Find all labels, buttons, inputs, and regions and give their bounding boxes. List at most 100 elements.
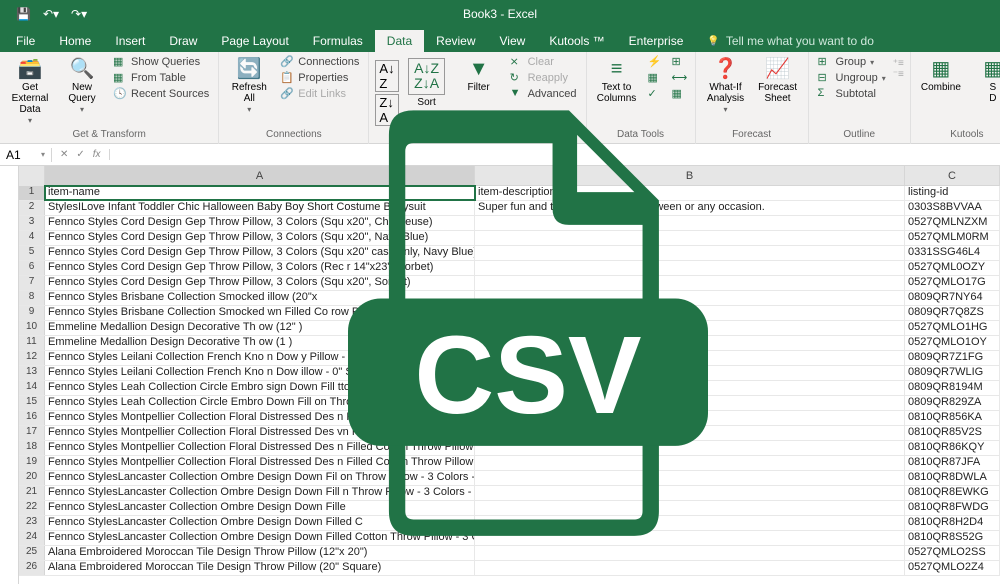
table-row[interactable]: 17 Fennco Styles Montpellier Collection …	[19, 426, 1000, 441]
data-validation-button[interactable]: ✓	[645, 86, 665, 102]
cell[interactable]	[475, 501, 905, 515]
col-header-A[interactable]: A	[45, 166, 475, 185]
name-box[interactable]: A1	[0, 148, 52, 162]
redo-icon[interactable]: ↷▾	[71, 7, 87, 21]
cell[interactable]	[475, 486, 905, 500]
row-header[interactable]: 22	[19, 501, 45, 515]
table-row[interactable]: 6 Fennco Styles Cord Design Gep Throw Pi…	[19, 261, 1000, 276]
table-row[interactable]: 5 Fennco Styles Cord Design Gep Throw Pi…	[19, 246, 1000, 261]
cell[interactable]: 0527QMLO1HG	[905, 321, 1000, 335]
tab-formulas[interactable]: Formulas	[301, 30, 375, 52]
table-row[interactable]: 8 Fennco Styles Brisbane Collection Smoc…	[19, 291, 1000, 306]
cell[interactable]	[475, 276, 905, 290]
cell[interactable]: Fennco Styles Leilani Collection French …	[45, 351, 475, 365]
tab-review[interactable]: Review	[424, 30, 487, 52]
table-row[interactable]: 3 Fennco Styles Cord Design Gep Throw Pi…	[19, 216, 1000, 231]
table-row[interactable]: 1 item-name item-description listing-id	[19, 186, 1000, 201]
properties-button[interactable]: 📋Properties	[277, 70, 362, 86]
cell[interactable]: Fennco StylesLancaster Collection Ombre …	[45, 471, 475, 485]
row-header[interactable]: 25	[19, 546, 45, 560]
row-header[interactable]: 23	[19, 516, 45, 530]
row-header[interactable]: 11	[19, 336, 45, 350]
select-all-corner[interactable]	[19, 166, 45, 186]
cell[interactable]: item-name	[45, 186, 475, 200]
cell[interactable]: Fennco Styles Montpellier Collection Flo…	[45, 456, 475, 470]
cell[interactable]: Fennco StylesLancaster Collection Ombre …	[45, 531, 475, 545]
refresh-all-button[interactable]: 🔄Refresh All	[225, 54, 273, 115]
cell[interactable]	[475, 231, 905, 245]
cell[interactable]: Fennco Styles Leilani Collection French …	[45, 366, 475, 380]
cell[interactable]: 0809QR829ZA	[905, 396, 1000, 410]
cell[interactable]: Fennco Styles Brisbane Collection Smocke…	[45, 306, 475, 320]
col-header-C[interactable]: C	[905, 166, 1000, 185]
cell[interactable]: Fennco StylesLancaster Collection Ombre …	[45, 486, 475, 500]
cell[interactable]: listing-id	[905, 186, 1000, 200]
cell[interactable]: Fennco Styles Montpellier Collection Flo…	[45, 441, 475, 455]
cell[interactable]	[475, 546, 905, 560]
cell[interactable]: Emmeline Medallion Design Decorative Th …	[45, 336, 475, 350]
relationships-button[interactable]: ⟷	[669, 70, 689, 86]
worksheet-grid[interactable]: A B C 1 item-name item-description listi…	[0, 166, 1000, 584]
table-row[interactable]: 22 Fennco StylesLancaster Collection Omb…	[19, 501, 1000, 516]
table-row[interactable]: 21 Fennco StylesLancaster Collection Omb…	[19, 486, 1000, 501]
edit-links-button[interactable]: 🔗Edit Links	[277, 86, 362, 102]
cell[interactable]	[475, 396, 905, 410]
row-header[interactable]: 18	[19, 441, 45, 455]
hide-detail-button[interactable]: ⁻≡	[893, 69, 904, 80]
tab-file[interactable]: File	[4, 30, 47, 52]
show-detail-button[interactable]: ⁺≡	[893, 58, 904, 69]
text-to-columns-button[interactable]: ≡Text to Columns	[593, 54, 641, 104]
cell[interactable]	[475, 351, 905, 365]
cancel-formula-icon[interactable]: ✕	[60, 149, 68, 160]
row-header[interactable]: 15	[19, 396, 45, 410]
kutools-extra-button[interactable]: ▦SD	[969, 54, 1000, 104]
cell[interactable]: 0810QR8DWLA	[905, 471, 1000, 485]
cell[interactable]	[475, 411, 905, 425]
row-header[interactable]: 3	[19, 216, 45, 230]
row-header[interactable]: 19	[19, 456, 45, 470]
cell[interactable]: Fennco Styles Leah Collection Circle Emb…	[45, 381, 475, 395]
cell[interactable]: 0809QR8194M	[905, 381, 1000, 395]
tab-data[interactable]: Data	[375, 30, 424, 52]
insert-function-icon[interactable]: fx	[93, 149, 101, 160]
group-button[interactable]: ⊞Group	[815, 54, 889, 70]
new-query-button[interactable]: 🔍New Query	[58, 54, 106, 115]
cell[interactable]	[475, 306, 905, 320]
cell[interactable]: Fennco Styles Cord Design Gep Throw Pill…	[45, 231, 475, 245]
cell[interactable]	[475, 561, 905, 575]
cell[interactable]: Fennco Styles Montpellier Collection Flo…	[45, 426, 475, 440]
cell[interactable]	[475, 381, 905, 395]
cell[interactable]: 0810QR8S52G	[905, 531, 1000, 545]
cell[interactable]: Fennco Styles Montpellier Collection Flo…	[45, 411, 475, 425]
cell[interactable]	[475, 336, 905, 350]
row-header[interactable]: 26	[19, 561, 45, 575]
row-header[interactable]: 13	[19, 366, 45, 380]
table-row[interactable]: 18 Fennco Styles Montpellier Collection …	[19, 441, 1000, 456]
table-row[interactable]: 25 Alana Embroidered Moroccan Tile Desig…	[19, 546, 1000, 561]
table-row[interactable]: 16 Fennco Styles Montpellier Collection …	[19, 411, 1000, 426]
cell[interactable]: 0809QR7NY64	[905, 291, 1000, 305]
filter-button[interactable]: ▼Filter	[455, 54, 503, 93]
row-header[interactable]: 17	[19, 426, 45, 440]
cell[interactable]: Fennco Styles Cord Design Gep Throw Pill…	[45, 246, 475, 260]
cell[interactable]	[475, 246, 905, 260]
cell[interactable]	[475, 426, 905, 440]
cell[interactable]: 0331SSG46L4	[905, 246, 1000, 260]
tab-kutools[interactable]: Kutools ™	[537, 30, 616, 52]
row-header[interactable]: 21	[19, 486, 45, 500]
recent-sources-button[interactable]: 🕓Recent Sources	[110, 86, 212, 102]
cell[interactable]: Fennco Styles Cord Design Gep Throw Pill…	[45, 261, 475, 275]
cell[interactable]	[475, 456, 905, 470]
tab-draw[interactable]: Draw	[157, 30, 209, 52]
cell[interactable]: Fennco Styles Leah Collection Circle Emb…	[45, 396, 475, 410]
row-header[interactable]: 16	[19, 411, 45, 425]
table-row[interactable]: 4 Fennco Styles Cord Design Gep Throw Pi…	[19, 231, 1000, 246]
cell[interactable]: 0527QMLM0RM	[905, 231, 1000, 245]
row-header[interactable]: 5	[19, 246, 45, 260]
row-header[interactable]: 4	[19, 231, 45, 245]
combine-button[interactable]: ▦Combine	[917, 54, 965, 93]
cell[interactable]: 0810QR8FWDG	[905, 501, 1000, 515]
cell[interactable]	[475, 216, 905, 230]
row-header[interactable]: 10	[19, 321, 45, 335]
get-external-data-button[interactable]: 🗃️Get External Data	[6, 54, 54, 126]
